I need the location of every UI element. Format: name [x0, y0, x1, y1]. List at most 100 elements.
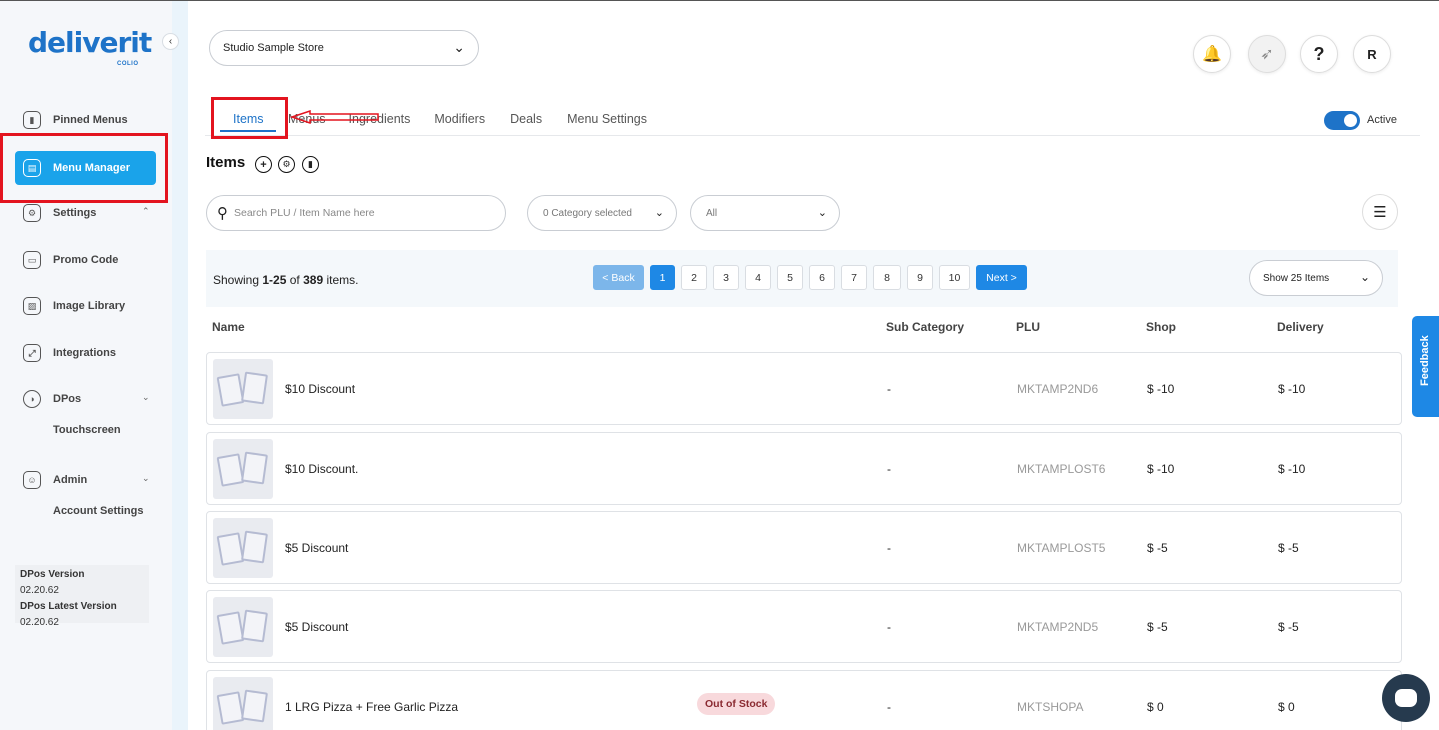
page-size-select[interactable]: Show 25 Items ⌄: [1249, 260, 1383, 296]
item-delivery-price: $ -10: [1278, 462, 1306, 476]
item-plu: MKTAMP2ND6: [1017, 382, 1099, 396]
page-button[interactable]: 2: [681, 265, 707, 290]
launch-button[interactable]: ➶: [1248, 35, 1286, 73]
chevron-down-icon[interactable]: ⌄: [142, 392, 150, 403]
sidebar-item-settings[interactable]: ⚙ Settings: [23, 204, 96, 222]
column-filter-button[interactable]: ☰: [1362, 194, 1398, 230]
item-name: $10 Discount.: [285, 462, 359, 476]
avatar-initial: R: [1367, 46, 1377, 62]
column-header-plu[interactable]: PLU: [1016, 320, 1040, 334]
table-row[interactable]: $5 Discount - MKTAMP2ND5 $ -5 $ -5: [206, 590, 1402, 663]
sidebar-item-admin[interactable]: ☺ Admin: [23, 471, 87, 489]
item-name: 1 LRG Pizza + Free Garlic Pizza: [285, 700, 459, 714]
search-placeholder: Search PLU / Item Name here: [234, 207, 375, 219]
plug-icon: ⤢: [23, 344, 41, 362]
category-dropdown-value: 0 Category selected: [543, 207, 632, 219]
page-button[interactable]: 8: [873, 265, 901, 290]
version-label: DPos Version: [20, 569, 85, 580]
sidebar-item-dpos[interactable]: ◑ DPos: [23, 390, 81, 408]
item-thumbnail: [213, 439, 273, 499]
sidebar-subitem-touchscreen[interactable]: Touchscreen: [53, 424, 121, 436]
tab-modifiers[interactable]: Modifiers: [434, 104, 485, 136]
chevron-down-icon: ⌄: [817, 207, 827, 219]
filter-cursor-icon: ☰: [1373, 204, 1387, 221]
item-plu: MKTSHOPA: [1017, 700, 1084, 714]
notification-button[interactable]: 🔔: [1193, 35, 1231, 73]
table-row[interactable]: $10 Discount. - MKTAMPLOST6 $ -10 $ -10: [206, 432, 1402, 505]
page-button[interactable]: 7: [841, 265, 867, 290]
item-sub-category: -: [887, 382, 891, 396]
tab-deals[interactable]: Deals: [510, 104, 542, 136]
item-name: $10 Discount: [285, 382, 356, 396]
item-plu: MKTAMPLOST5: [1017, 541, 1106, 555]
chat-button[interactable]: [1382, 674, 1430, 722]
table-row[interactable]: $10 Discount - MKTAMP2ND6 $ -10 $ -10: [206, 352, 1402, 425]
bookmark-icon[interactable]: ▮: [302, 156, 319, 173]
page-button[interactable]: 3: [713, 265, 739, 290]
item-delivery-price: $ 0: [1278, 700, 1295, 714]
item-thumbnail: [213, 359, 273, 419]
version-value: 02.20.62: [20, 585, 59, 596]
page-button[interactable]: 6: [809, 265, 835, 290]
page-button[interactable]: 10: [939, 265, 970, 290]
annotation-arrow-icon: [290, 110, 379, 124]
sidebar-item-image-library[interactable]: ▨ Image Library: [23, 297, 125, 315]
column-header-delivery[interactable]: Delivery: [1277, 320, 1324, 334]
page-button[interactable]: 9: [907, 265, 933, 290]
page-button[interactable]: 5: [777, 265, 803, 290]
latest-version-value: 02.20.62: [20, 617, 59, 628]
page-button[interactable]: 4: [745, 265, 771, 290]
sidebar-item-label: DPos: [53, 393, 82, 405]
item-name: $5 Discount: [285, 620, 349, 634]
sidebar-item-pinned-menus[interactable]: ▮ Pinned Menus: [23, 111, 128, 129]
help-button[interactable]: ?: [1300, 35, 1338, 73]
sidebar-item-label: Image Library: [53, 300, 126, 312]
add-item-icon[interactable]: +: [255, 156, 272, 173]
logo-sub: COLIO: [117, 61, 139, 67]
gear-icon: ⚙: [23, 204, 41, 222]
showing-prefix: Showing: [213, 273, 263, 287]
sidebar-item-promo-code[interactable]: ▭ Promo Code: [23, 251, 118, 269]
active-toggle[interactable]: [1324, 111, 1360, 130]
item-plu: MKTAMPLOST6: [1017, 462, 1106, 476]
showing-total: 389: [303, 273, 324, 287]
out-of-stock-badge: Out of Stock: [697, 693, 776, 715]
chevron-down-icon: ⌄: [1359, 270, 1370, 284]
chevron-down-icon[interactable]: ⌄: [142, 473, 150, 484]
avatar[interactable]: R: [1353, 35, 1391, 73]
user-icon: ☺: [23, 471, 41, 489]
showing-of: of: [286, 273, 304, 287]
item-thumbnail: [213, 597, 273, 657]
back-button[interactable]: < Back: [593, 265, 644, 290]
chevron-up-icon[interactable]: ⌃: [142, 206, 150, 217]
sidebar-subitem-account-settings[interactable]: Account Settings: [53, 505, 143, 517]
sidebar-item-label: Promo Code: [53, 254, 119, 266]
latest-version-label: DPos Latest Version: [20, 601, 117, 612]
next-button[interactable]: Next >: [976, 265, 1027, 290]
item-sub-category: -: [887, 541, 891, 555]
tab-menu-settings[interactable]: Menu Settings: [567, 104, 647, 136]
sidebar-item-integrations[interactable]: ⤢ Integrations: [23, 344, 116, 362]
item-shop-price: $ -10: [1147, 382, 1175, 396]
status-dropdown[interactable]: All ⌄: [690, 195, 840, 231]
item-sub-category: -: [887, 620, 891, 634]
category-dropdown[interactable]: 0 Category selected ⌄: [527, 195, 677, 231]
column-header-name[interactable]: Name: [212, 320, 245, 334]
store-select[interactable]: Studio Sample Store ⌄: [209, 30, 479, 66]
bookmark-icon: ▮: [23, 111, 41, 129]
page-button[interactable]: 1: [650, 265, 675, 290]
item-delivery-price: $ -5: [1278, 620, 1299, 634]
settings-gear-icon[interactable]: ⚙: [278, 156, 295, 173]
item-thumbnail: [213, 518, 273, 578]
ticket-icon: ▭: [23, 251, 41, 269]
search-input[interactable]: ⚲ Search PLU / Item Name here: [206, 195, 506, 231]
column-header-sub-category[interactable]: Sub Category: [886, 320, 964, 334]
column-header-shop[interactable]: Shop: [1146, 320, 1176, 334]
table-row[interactable]: $5 Discount - MKTAMPLOST5 $ -5 $ -5: [206, 511, 1402, 584]
item-sub-category: -: [887, 700, 891, 714]
highlight-box-menu-manager: [0, 133, 168, 203]
feedback-tab[interactable]: Feedback: [1412, 316, 1439, 417]
sidebar-collapse-button[interactable]: ‹: [162, 33, 179, 50]
sidebar-edge: [172, 1, 188, 730]
table-row[interactable]: 1 LRG Pizza + Free Garlic Pizza Out of S…: [206, 670, 1402, 730]
